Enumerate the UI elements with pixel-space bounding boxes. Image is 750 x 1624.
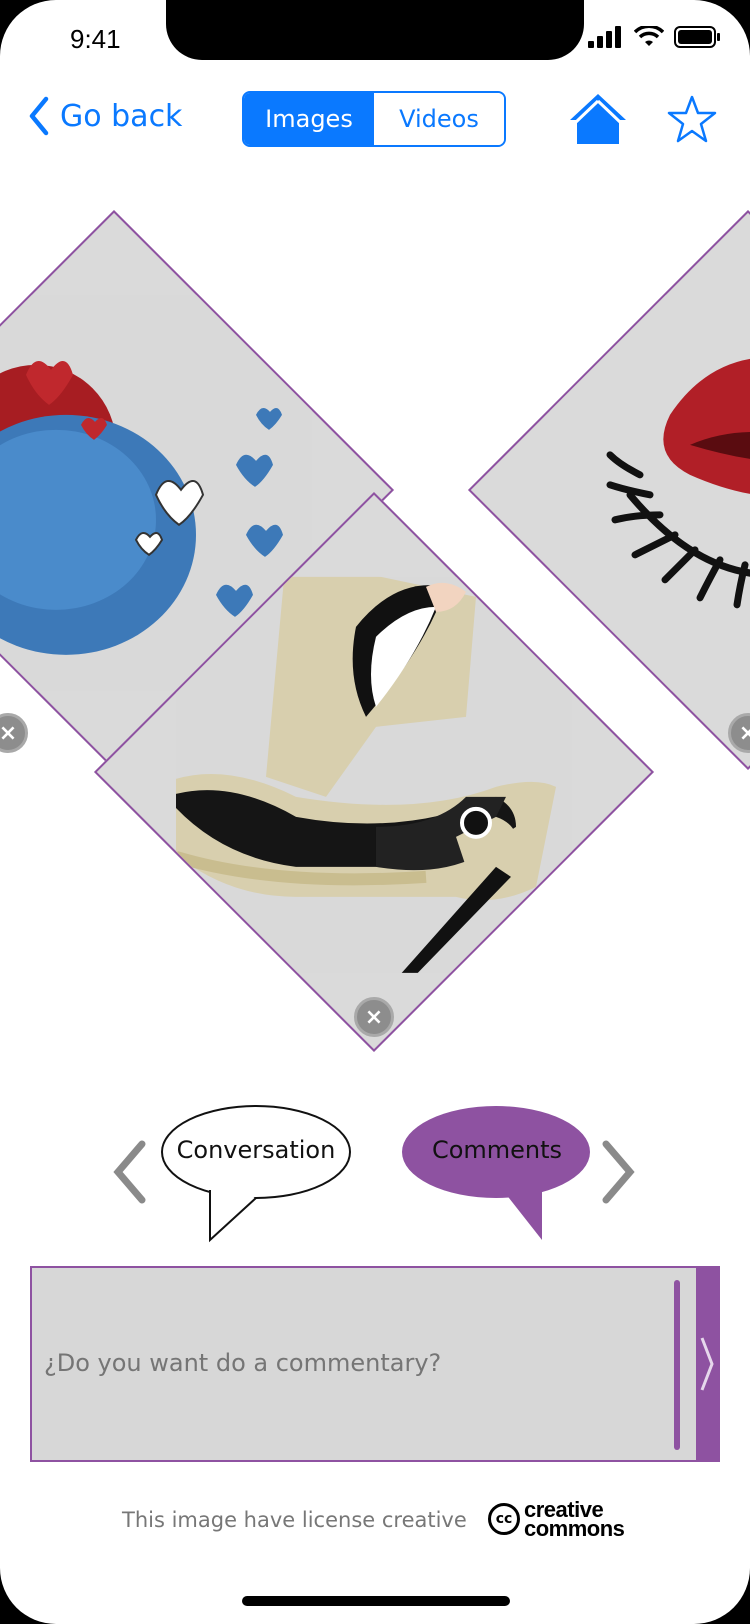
battery-icon — [674, 26, 720, 48]
cc-badge-icon: cc — [488, 1503, 520, 1535]
remove-hearts-button[interactable]: × — [0, 713, 28, 753]
cc-wordmark-line2: commons — [524, 1516, 625, 1541]
send-comment-button[interactable] — [696, 1268, 718, 1460]
device-notch — [166, 0, 584, 60]
cellular-signal-icon — [588, 26, 621, 48]
comment-scrollbar[interactable] — [674, 1280, 680, 1450]
chevron-left-icon[interactable] — [112, 1140, 148, 1204]
license-text: This image have license creative — [122, 1508, 467, 1532]
home-indicator[interactable] — [242, 1596, 510, 1606]
conversation-label: Conversation — [176, 1136, 336, 1164]
favorite-star-icon[interactable] — [666, 94, 718, 144]
app-screen: 9:41 Go back Images Videos × × × Convers… — [0, 0, 750, 1624]
creative-commons-logo[interactable]: cc creative commons — [488, 1499, 625, 1541]
comments-label: Comments — [431, 1136, 563, 1164]
segment-images[interactable]: Images — [244, 93, 374, 145]
comment-input[interactable] — [42, 1348, 666, 1378]
cc-wordmark: creative commons — [524, 1499, 625, 1541]
shoe-illustration — [93, 491, 655, 1053]
home-icon[interactable] — [568, 92, 628, 146]
chevron-right-icon[interactable] — [600, 1140, 636, 1204]
comment-box — [30, 1266, 720, 1462]
segment-videos[interactable]: Videos — [374, 93, 504, 145]
wifi-icon — [634, 26, 664, 46]
go-back-button[interactable]: Go back — [28, 96, 182, 136]
speech-bubble-outline-icon — [161, 1105, 351, 1243]
conversation-tab[interactable]: Conversation — [160, 1104, 352, 1244]
media-type-segmented-control: Images Videos — [242, 91, 506, 147]
speech-bubble-filled-icon — [402, 1106, 590, 1240]
comments-tab[interactable]: Comments — [402, 1104, 592, 1244]
status-icons — [588, 26, 720, 48]
remove-shoe-button[interactable]: × — [354, 997, 394, 1037]
lips-illustration — [467, 209, 750, 771]
chevron-right-icon — [700, 1337, 714, 1391]
chevron-left-icon — [29, 96, 49, 136]
go-back-label: Go back — [60, 98, 183, 134]
status-time: 9:41 — [70, 24, 121, 54]
